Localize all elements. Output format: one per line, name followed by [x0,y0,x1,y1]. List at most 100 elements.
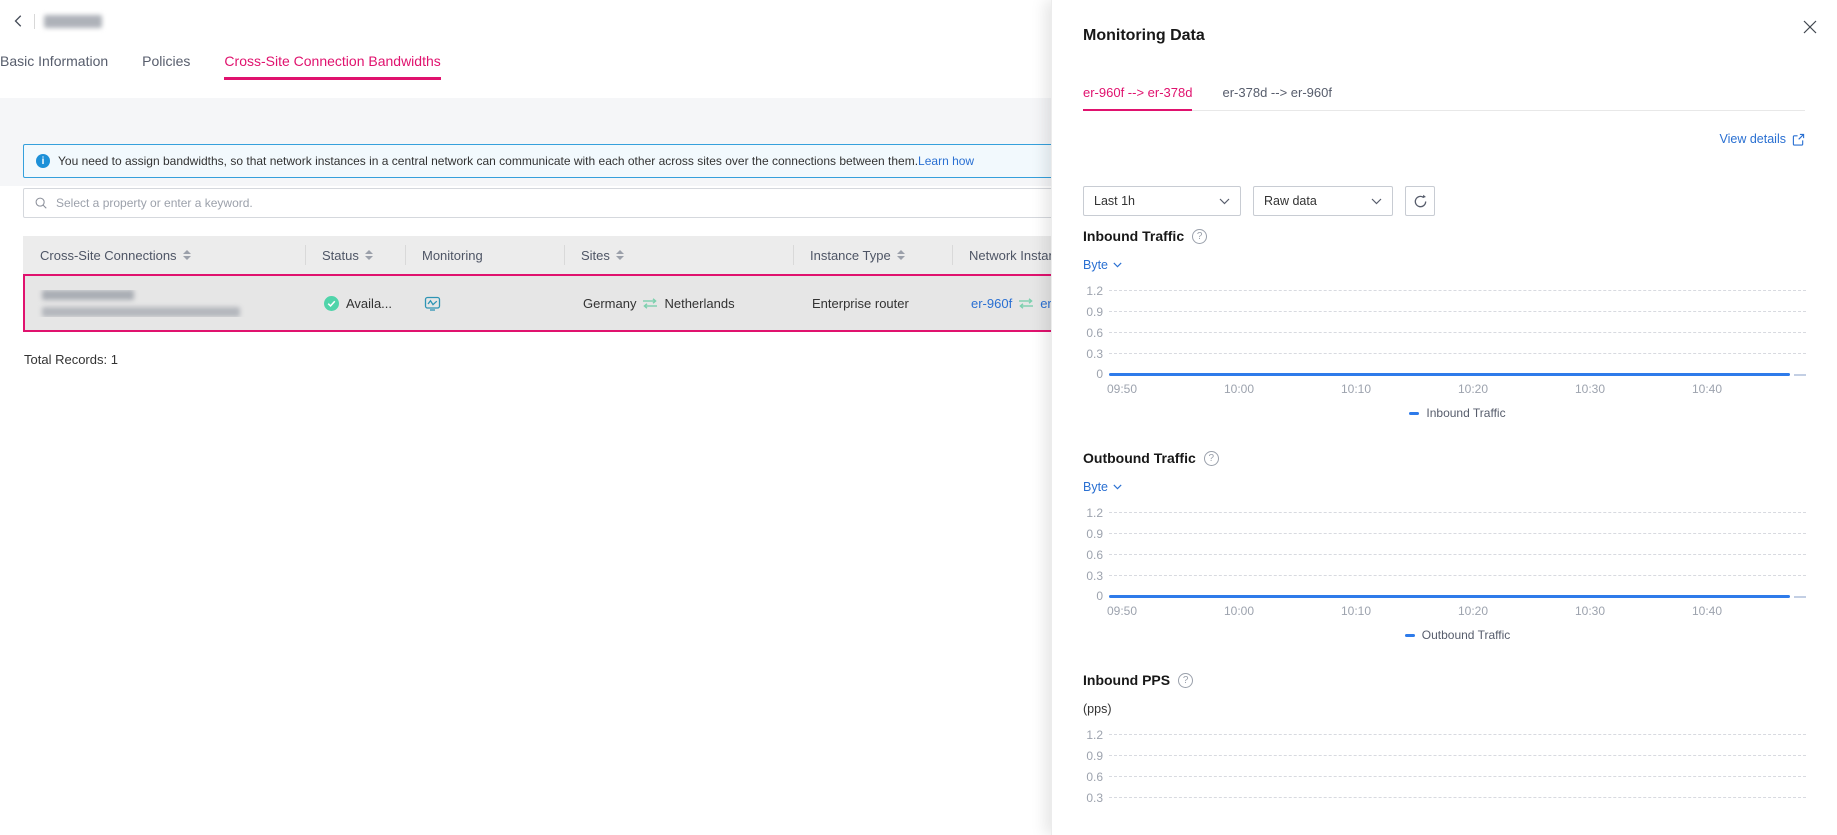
inbound-pps-section: Inbound PPS ? (pps) 1.2 0.9 0.6 0.3 [1083,672,1805,804]
help-icon[interactable]: ? [1192,229,1207,244]
y-tick: 1.2 [1075,506,1103,520]
chart-legend[interactable]: Outbound Traffic [1109,628,1806,642]
unit-label: Byte [1083,480,1108,494]
y-tick: 0.9 [1075,305,1103,319]
unit-dropdown[interactable]: Byte [1083,258,1122,272]
col-sites[interactable]: Sites [564,236,793,274]
tab-er960f-to-er378d[interactable]: er-960f --> er-378d [1083,85,1192,110]
x-tick: 10:40 [1692,604,1722,618]
chevron-down-icon [1113,484,1122,490]
exchange-arrows-icon [642,298,658,309]
cell-sites: Germany Netherlands [566,296,795,311]
sort-icon[interactable] [365,250,373,260]
site-left: Germany [583,296,636,311]
col-label: Sites [581,248,610,263]
y-tick: 0.3 [1075,569,1103,583]
view-details-label: View details [1720,132,1786,146]
x-tick: 10:30 [1575,604,1605,618]
legend-label: Inbound Traffic [1426,406,1505,420]
chart-legend[interactable]: Inbound Traffic [1109,406,1806,420]
chart-title: Inbound PPS [1083,672,1170,688]
x-tick: 09:50 [1107,382,1137,396]
time-range-value: Last 1h [1094,194,1135,208]
legend-label: Outbound Traffic [1422,628,1511,642]
y-tick: 0.3 [1075,791,1103,805]
info-icon: i [36,154,50,168]
unit-label: (pps) [1083,702,1111,716]
col-instance-type[interactable]: Instance Type [793,236,952,274]
banner-text: You need to assign bandwidths, so that n… [58,154,918,168]
chart-title: Outbound Traffic [1083,450,1196,466]
y-tick: 0.6 [1075,326,1103,340]
x-tick: 10:10 [1341,382,1371,396]
help-icon[interactable]: ? [1178,673,1193,688]
monitoring-chart-icon[interactable] [424,295,441,312]
cell-instance-type: Enterprise router [795,296,954,311]
chart-title: Inbound Traffic [1083,228,1184,244]
col-cross-site-connections[interactable]: Cross-Site Connections [23,236,305,274]
series-line-tail [1794,374,1806,376]
x-tick: 10:00 [1224,604,1254,618]
y-tick: 0.9 [1075,749,1103,763]
chevron-down-icon [1371,198,1382,205]
y-tick: 0.6 [1075,770,1103,784]
col-label: Status [322,248,359,263]
col-status[interactable]: Status [305,236,405,274]
legend-marker [1405,634,1415,637]
y-tick: 0.6 [1075,548,1103,562]
sort-icon[interactable] [616,250,624,260]
site-right: Netherlands [664,296,734,311]
unit-label: Byte [1083,258,1108,272]
col-label: Instance Type [810,248,891,263]
connection-name-blurred [42,290,240,317]
tab-er378d-to-er960f[interactable]: er-378d --> er-960f [1222,85,1331,110]
x-tick: 10:20 [1458,604,1488,618]
x-tick: 10:20 [1458,382,1488,396]
direction-tabs: er-960f --> er-378d er-378d --> er-960f [1083,85,1805,111]
time-range-select[interactable]: Last 1h [1083,186,1241,216]
x-tick: 10:30 [1575,382,1605,396]
refresh-icon [1413,194,1428,209]
y-tick: 0.9 [1075,527,1103,541]
exchange-arrows-icon [1018,298,1034,309]
col-label: Network Instan [969,248,1056,263]
unit-dropdown[interactable]: Byte [1083,480,1122,494]
panel-title: Monitoring Data [1083,0,1805,45]
data-mode-value: Raw data [1264,194,1317,208]
series-line [1109,373,1790,376]
y-tick: 0 [1075,367,1103,381]
help-icon[interactable]: ? [1204,451,1219,466]
learn-how-link[interactable]: Learn how [918,154,974,168]
x-tick: 10:10 [1341,604,1371,618]
external-link-icon [1792,133,1805,146]
status-available-icon [324,296,339,311]
data-mode-select[interactable]: Raw data [1253,186,1393,216]
sort-icon[interactable] [897,250,905,260]
legend-marker [1409,412,1419,415]
col-monitoring: Monitoring [405,236,564,274]
chart-plot: 1.2 0.9 0.6 0.3 0 09:50 10:00 10:10 10:2… [1109,290,1806,394]
chevron-down-icon [1113,262,1122,268]
monitoring-data-panel: Monitoring Data er-960f --> er-378d er-3… [1051,0,1837,835]
tab-policies[interactable]: Policies [142,53,190,80]
x-tick: 10:40 [1692,382,1722,396]
chart-plot: 1.2 0.9 0.6 0.3 0 09:50 10:00 10:10 10:2… [1109,512,1806,616]
y-tick: 0.3 [1075,347,1103,361]
col-label: Monitoring [422,248,483,263]
x-tick: 10:00 [1224,382,1254,396]
y-tick: 1.2 [1075,284,1103,298]
back-button[interactable] [10,12,28,30]
refresh-button[interactable] [1405,186,1435,216]
view-details-link[interactable]: View details [1720,132,1805,146]
cell-monitoring[interactable] [407,295,566,312]
series-line-tail [1794,596,1806,598]
sort-icon[interactable] [183,250,191,260]
x-tick: 09:50 [1107,604,1137,618]
inbound-traffic-section: Inbound Traffic ? Byte 1.2 0.9 0.6 0.3 0 [1083,228,1805,420]
network-instance-left-link[interactable]: er-960f [971,296,1012,311]
chevron-down-icon [1219,198,1230,205]
tab-basic-information[interactable]: Basic Information [0,53,108,80]
cell-connection-name[interactable] [25,290,307,317]
tab-cross-site-connection-bandwidths[interactable]: Cross-Site Connection Bandwidths [224,53,440,80]
chart-controls: Last 1h Raw data [1083,186,1805,216]
